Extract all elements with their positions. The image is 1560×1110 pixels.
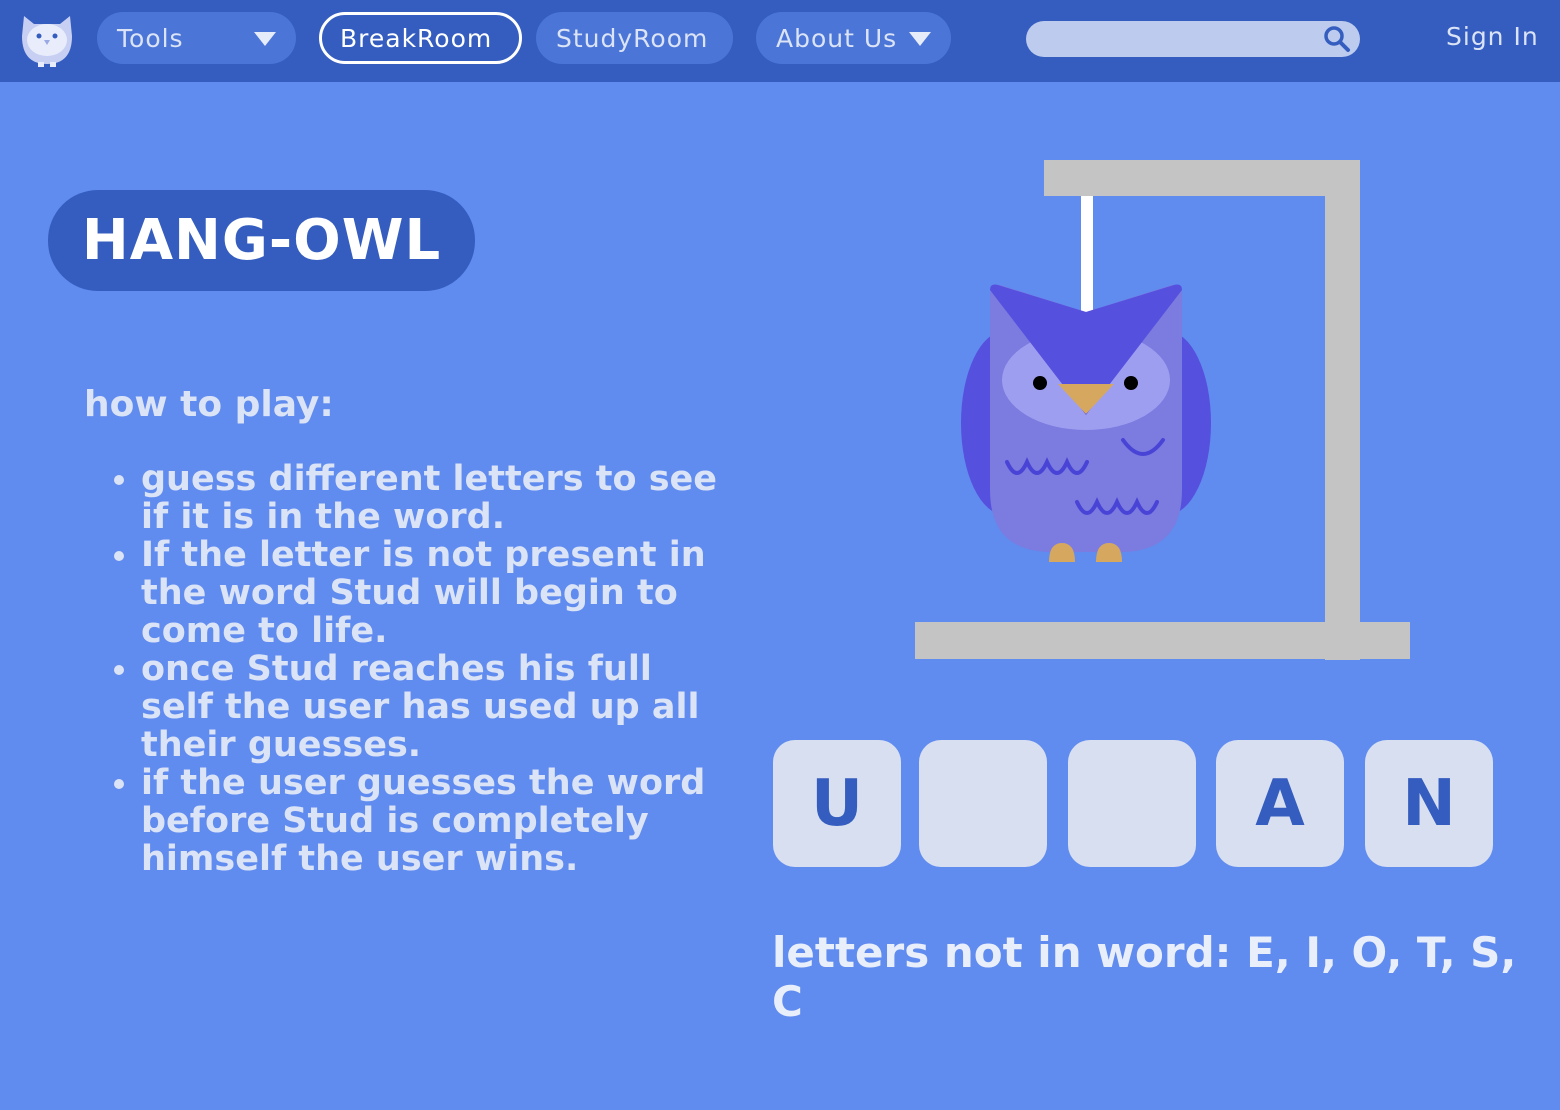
rule-item: once Stud reaches his full self the user… xyxy=(141,650,721,764)
owl-logo-icon[interactable] xyxy=(18,6,76,68)
rule-item: If the letter is not present in the word… xyxy=(141,536,721,650)
letter-tile xyxy=(1068,740,1196,867)
gallows-frame xyxy=(915,160,1410,660)
about-us-menu-button[interactable]: About Us xyxy=(756,12,951,64)
studyroom-tab[interactable]: StudyRoom xyxy=(536,12,733,64)
how-to-play-heading: how to play: xyxy=(84,384,334,425)
owl-stud xyxy=(961,284,1211,562)
letter-tile: N xyxy=(1365,740,1493,867)
tools-menu-button[interactable]: Tools xyxy=(97,12,296,64)
chevron-down-icon xyxy=(254,32,276,46)
chevron-down-icon xyxy=(909,32,931,46)
rules-list: guess different letters to see if it is … xyxy=(100,460,721,878)
rope xyxy=(1081,196,1093,312)
top-navbar: Tools BreakRoom StudyRoom About Us Sign … xyxy=(0,0,1560,82)
rule-item: guess different letters to see if it is … xyxy=(141,460,721,536)
wrong-letters-text: letters not in word: E, I, O, T, S, C xyxy=(772,928,1517,1026)
search-bar xyxy=(1026,21,1360,57)
search-icon[interactable] xyxy=(1322,24,1352,54)
letter-tile: U xyxy=(773,740,901,867)
breakroom-tab[interactable]: BreakRoom xyxy=(319,12,522,64)
tools-menu-label: Tools xyxy=(117,23,184,53)
breakroom-tab-label: BreakRoom xyxy=(340,23,493,53)
letter-tile xyxy=(919,740,1047,867)
search-input[interactable] xyxy=(1040,25,1314,55)
game-title-badge: HANG-OWL xyxy=(48,190,475,291)
letter-tile: A xyxy=(1216,740,1344,867)
game-title: HANG-OWL xyxy=(81,208,442,273)
rule-item: if the user guesses the word before Stud… xyxy=(141,764,721,878)
about-us-menu-label: About Us xyxy=(776,23,898,53)
sign-in-link[interactable]: Sign In xyxy=(1446,22,1539,51)
studyroom-tab-label: StudyRoom xyxy=(556,23,709,53)
